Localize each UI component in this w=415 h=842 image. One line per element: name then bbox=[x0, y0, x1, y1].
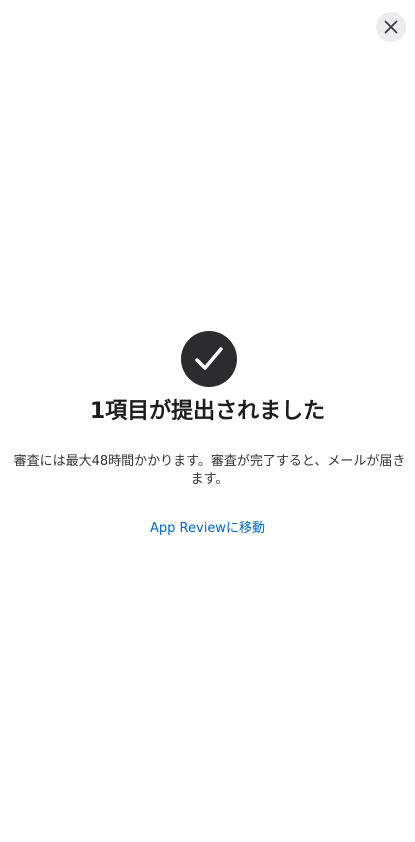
confirmation-title: 1項目が提出されました bbox=[89, 399, 326, 424]
go-to-app-review-link[interactable]: App Reviewに移動 bbox=[0, 520, 415, 538]
checkmark-icon bbox=[195, 347, 223, 370]
close-button[interactable] bbox=[376, 12, 406, 42]
review-time-message: 審査には最大48時間かかります。審査が完了すると、メールが届きます。 bbox=[13, 454, 406, 487]
checkmark-circle-icon bbox=[181, 331, 237, 387]
close-icon bbox=[384, 20, 398, 34]
submission-confirmation-dialog: 1項目が提出されました 審査には最大48時間かかります。審査が完了すると、メール… bbox=[0, 0, 415, 842]
